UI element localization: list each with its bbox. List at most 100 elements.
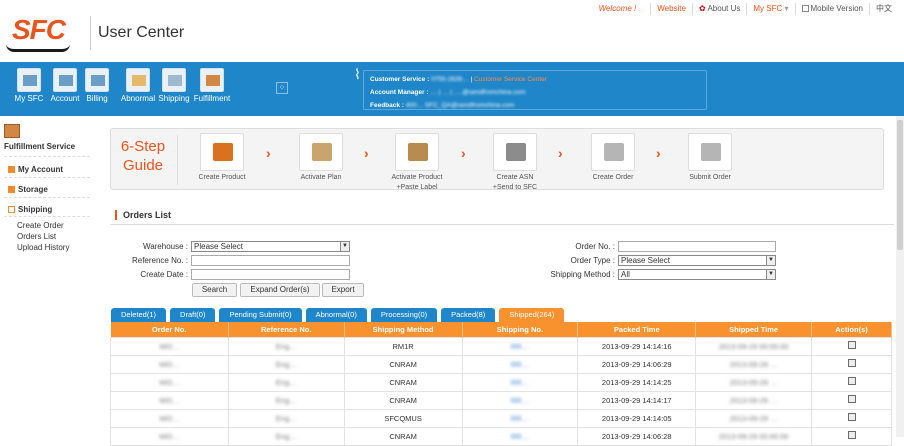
chevron-down-icon: ▼ [340, 242, 349, 251]
expand-orders-button[interactable]: Expand Order(s) [240, 283, 320, 297]
step-activate-product[interactable]: Activate Product +Paste Label [377, 133, 457, 193]
tab-pending-submit[interactable]: Pending Submit(0) [219, 308, 302, 322]
logo-swoosh [6, 44, 70, 52]
chevron-down-icon: ▾ [784, 4, 789, 13]
shipping-no-cell[interactable]: RR… [511, 414, 529, 423]
nav-billing[interactable]: Billing [84, 68, 110, 103]
table-row: WO… Eng… CNRAM RR… 2013-09-29 14:14:17 2… [110, 390, 892, 410]
truck-icon [493, 133, 537, 171]
col-reference-no[interactable]: Reference No. [228, 322, 345, 337]
chevron-right-icon: › [656, 145, 661, 161]
my-sfc-dropdown[interactable]: My SFC ▾ [746, 3, 794, 15]
step-create-asn[interactable]: Create ASN +Send to SFC [475, 133, 555, 193]
page-title: User Center [98, 24, 185, 41]
order-no-cell[interactable]: WO… [159, 342, 179, 351]
sidebar-link-upload-history[interactable]: Upload History [17, 243, 69, 252]
order-no-cell[interactable]: WO… [159, 432, 179, 441]
chevron-right-icon: › [364, 145, 369, 161]
sidebar: Fulfillment Service My Account Storage S… [0, 116, 98, 437]
shipping-no-cell[interactable]: RR… [511, 360, 529, 369]
shipping-no-cell[interactable]: RR… [511, 432, 529, 441]
scrollbar-thumb[interactable] [897, 120, 903, 250]
view-detail-icon[interactable] [847, 377, 856, 385]
shipping-no-cell[interactable]: RR… [511, 378, 529, 387]
customer-service-center-link[interactable]: Customer Service Center [474, 76, 547, 83]
view-detail-icon[interactable] [847, 431, 856, 439]
shipping-no-cell[interactable]: RR… [511, 342, 529, 351]
order-type-select[interactable]: Please Select ▼ [618, 255, 776, 266]
website-link[interactable]: Website [650, 3, 692, 15]
col-shipping-method[interactable]: Shipping Method [344, 322, 463, 337]
tab-draft[interactable]: Draft(0) [170, 308, 216, 322]
order-no-input[interactable] [618, 241, 776, 252]
col-shipping-no[interactable]: Shipping No. [462, 322, 579, 337]
about-icon: ✿ [698, 4, 706, 13]
sidebar-item-storage[interactable]: Storage [8, 185, 48, 194]
nav-account[interactable]: Account [50, 68, 80, 103]
warehouse-icon [200, 68, 224, 92]
create-date-input[interactable] [191, 269, 350, 280]
divider [4, 197, 90, 198]
scrollbar[interactable] [896, 116, 904, 437]
nav-fulfillment[interactable]: Fulfillment [193, 68, 231, 103]
search-button[interactable]: Search [192, 283, 237, 297]
reference-no-cell: Eng… [275, 377, 297, 387]
warehouse-select[interactable]: Please Select ▼ [191, 241, 350, 252]
language-link[interactable]: 中文 [869, 3, 898, 15]
cart-icon [162, 68, 186, 92]
sidebar-item-my-account[interactable]: My Account [8, 165, 63, 174]
view-detail-icon[interactable] [847, 413, 856, 421]
sidebar-item-shipping[interactable]: Shipping [8, 205, 52, 214]
shipping-method-cell: CNRAM [343, 372, 463, 392]
step-create-order[interactable]: Create Order [573, 133, 653, 183]
grid-icon[interactable]: ⁘ [276, 82, 288, 94]
nav-my-sfc[interactable]: My SFC [14, 68, 44, 103]
gears-icon [53, 68, 77, 92]
tab-shipped[interactable]: Shipped(264) [499, 308, 565, 322]
col-order-no[interactable]: Order No. [110, 322, 229, 337]
sidebar-link-create-order[interactable]: Create Order [17, 221, 64, 230]
order-no-cell[interactable]: WO… [159, 360, 179, 369]
divider [4, 177, 90, 178]
sidebar-link-orders-list[interactable]: Orders List [17, 232, 56, 241]
shipped-time-cell: 2013-09-29 … [729, 377, 778, 387]
reference-no-input[interactable] [191, 255, 350, 266]
warehouse-label: Warehouse : [142, 242, 188, 251]
top-links: Welcome !… Website ✿ About Us My SFC ▾ M… [593, 3, 898, 15]
col-shipped-time[interactable]: Shipped Time [695, 322, 813, 337]
shipped-time-cell: 2013-09-29 … [729, 413, 778, 423]
step-create-product[interactable]: Create Product [182, 133, 262, 183]
chevron-down-icon: ▼ [766, 256, 775, 265]
about-us-link[interactable]: ✿ About Us [691, 3, 746, 15]
tab-abnormal[interactable]: Abnormal(0) [305, 308, 367, 322]
mobile-version-link[interactable]: Mobile Version [794, 3, 869, 15]
nav-shipping[interactable]: Shipping [158, 68, 190, 103]
order-no-cell[interactable]: WO… [159, 414, 179, 423]
guide-divider [177, 135, 178, 185]
tab-packed[interactable]: Packed(8) [441, 308, 496, 322]
main-nav: My SFC Account Billing Abnormal Shipping… [0, 62, 904, 116]
view-detail-icon[interactable] [847, 395, 856, 403]
col-packed-time[interactable]: Packed Time [577, 322, 697, 337]
view-detail-icon[interactable] [847, 341, 856, 349]
six-step-guide: 6-Step Guide Create Product › Activate Pl… [110, 128, 884, 193]
tab-processing[interactable]: Processing(0) [370, 308, 438, 322]
shipping-method-select[interactable]: All ▼ [618, 269, 776, 280]
shipping-no-cell[interactable]: RR… [511, 396, 529, 405]
shipping-method-cell: RM1R [343, 336, 463, 356]
sfc-logo[interactable]: SFC [6, 14, 86, 56]
view-detail-icon[interactable] [847, 359, 856, 367]
shipping-method-label: Shipping Method : [550, 270, 616, 279]
order-no-cell[interactable]: WO… [159, 378, 179, 387]
tab-deleted[interactable]: Deleted(1) [111, 308, 167, 322]
packed-time-cell: 2013-09-29 14:06:28 [577, 426, 697, 446]
order-no-cell[interactable]: WO… [159, 396, 179, 405]
step-activate-plan[interactable]: Activate Plan [281, 133, 361, 183]
step-submit-order[interactable]: Submit Order [670, 133, 750, 183]
reference-no-cell: Eng… [275, 341, 297, 351]
warehouse-icon [4, 124, 20, 138]
orders-table: Order No. Reference No. Shipping Method … [110, 322, 892, 446]
export-button[interactable]: Export [322, 283, 364, 297]
nav-abnormal[interactable]: Abnormal [119, 68, 157, 103]
table-header-row: Order No. Reference No. Shipping Method … [110, 322, 892, 337]
